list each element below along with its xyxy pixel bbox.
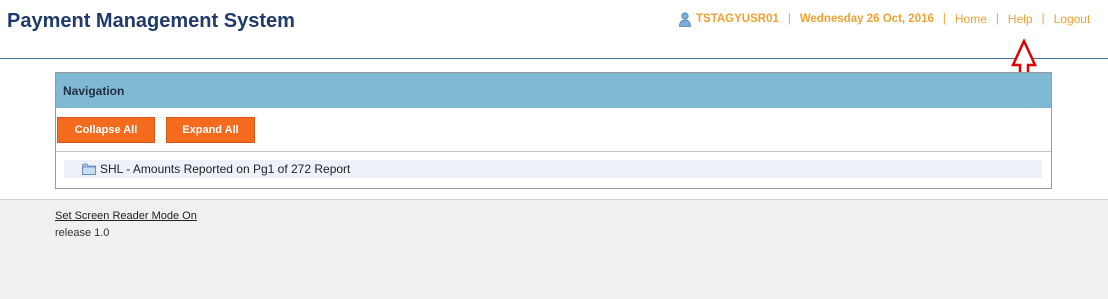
separator: | — [942, 13, 946, 25]
user-icon — [678, 11, 692, 27]
separator: | — [787, 13, 791, 25]
separator: | — [995, 13, 999, 25]
screen-reader-mode-link[interactable]: Set Screen Reader Mode On — [55, 210, 197, 222]
panel-divider — [56, 151, 1051, 152]
tree-item[interactable]: SHL - Amounts Reported on Pg1 of 272 Rep… — [64, 160, 1042, 178]
header: Payment Management System TSTAGYUSR01 | … — [0, 0, 1108, 60]
user-id: TSTAGYUSR01 — [696, 13, 779, 25]
footer: Set Screen Reader Mode On release 1.0 — [0, 199, 1108, 299]
home-link[interactable]: Home — [955, 12, 987, 26]
tree-item-label: SHL - Amounts Reported on Pg1 of 272 Rep… — [100, 162, 351, 176]
top-bar: TSTAGYUSR01 | Wednesday 26 Oct, 2016 | H… — [678, 11, 1090, 27]
expand-all-button[interactable]: Expand All — [166, 117, 255, 143]
folder-icon — [82, 163, 96, 175]
help-link[interactable]: Help — [1008, 12, 1033, 26]
navigation-header: Navigation — [56, 73, 1051, 108]
collapse-all-button[interactable]: Collapse All — [57, 117, 155, 143]
release-version: release 1.0 — [55, 227, 110, 239]
app-title: Payment Management System — [7, 10, 295, 32]
logout-link[interactable]: Logout — [1054, 12, 1091, 26]
current-date: Wednesday 26 Oct, 2016 — [799, 13, 934, 25]
header-divider — [0, 58, 1108, 59]
navigation-panel: Navigation Collapse All Expand All SHL -… — [55, 72, 1052, 189]
separator: | — [1041, 13, 1045, 25]
